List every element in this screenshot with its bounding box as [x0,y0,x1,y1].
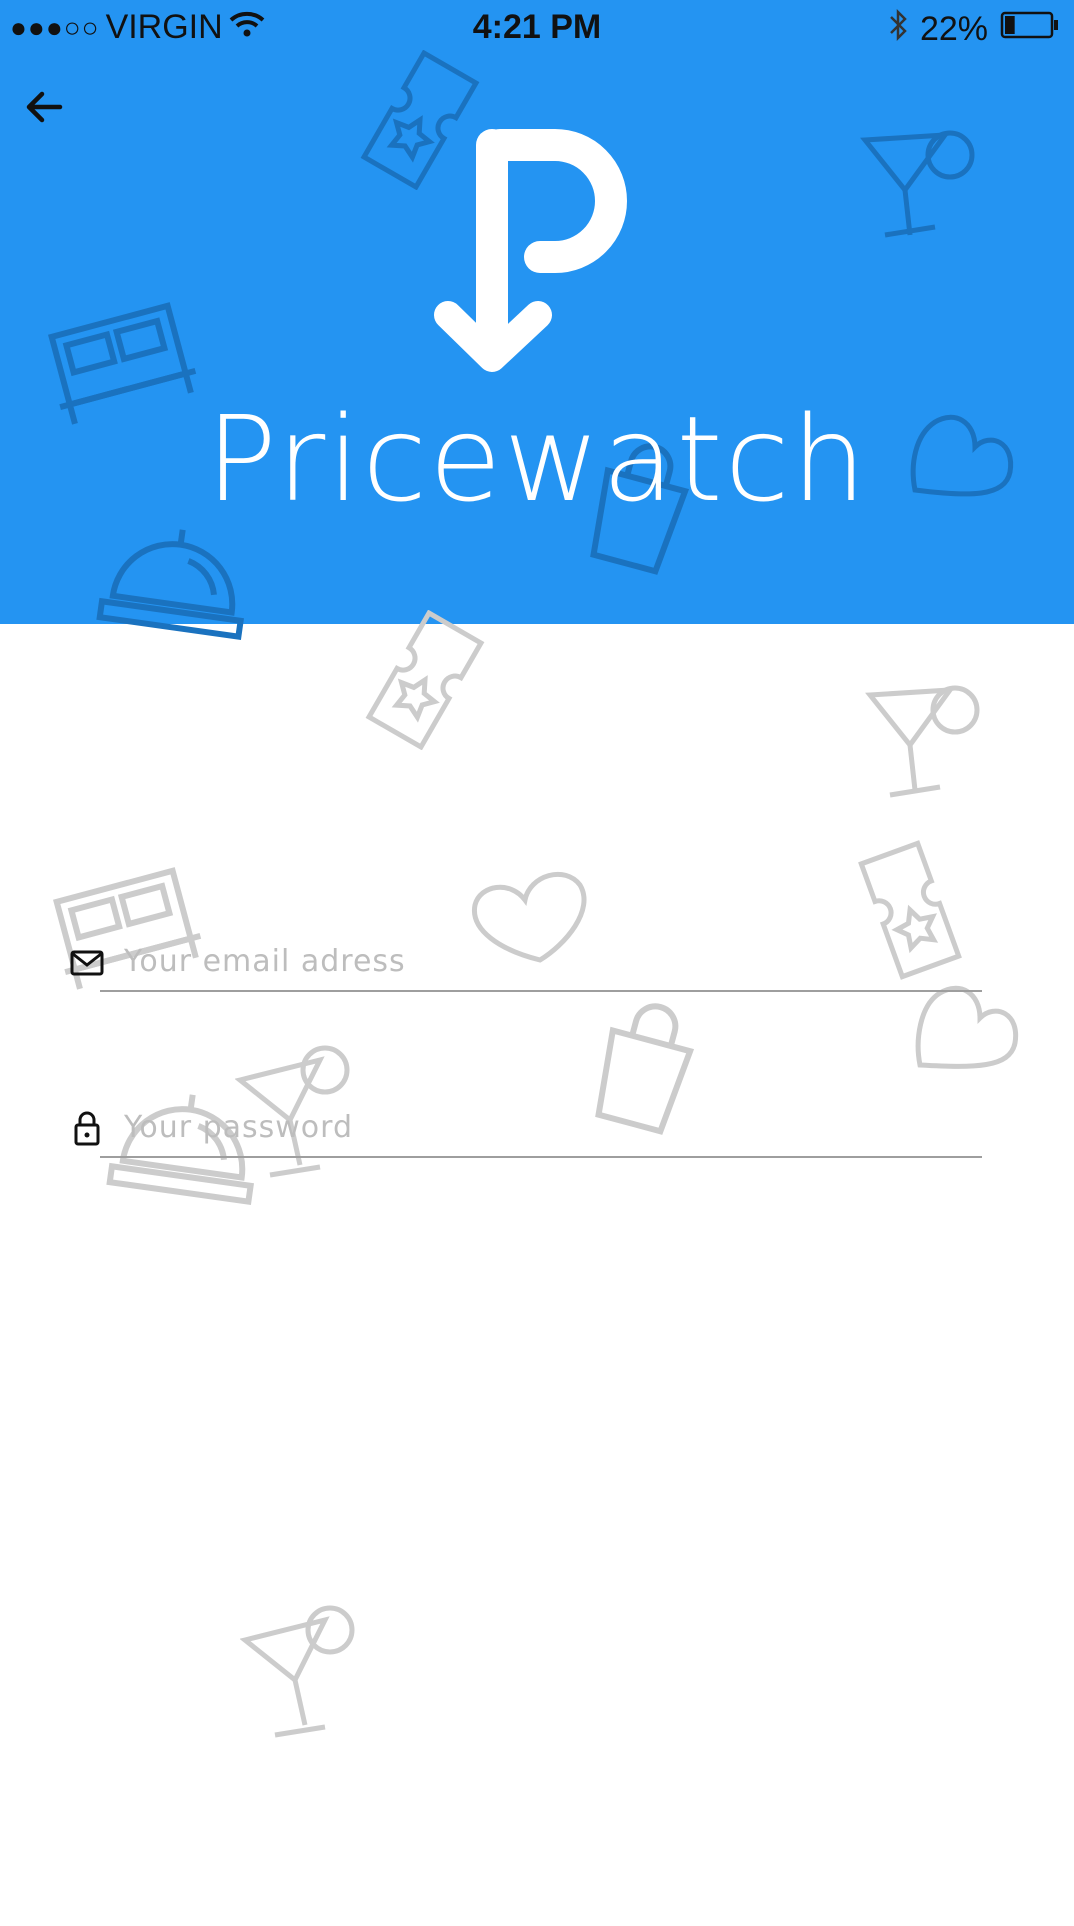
pricewatch-logo-icon [430,120,660,380]
email-underline [100,990,982,992]
envelope-icon [70,944,106,980]
battery-icon [1000,10,1060,49]
status-right: 22% [888,8,1060,51]
lock-icon [70,1110,106,1146]
status-bar: ●●●○○ VIRGIN 4:21 PM 22% [0,0,1074,56]
arrow-left-icon [26,91,63,123]
back-button[interactable] [20,82,70,132]
app-title: Pricewatch [205,390,869,528]
email-input[interactable] [122,932,926,990]
battery-percent: 22% [919,10,988,48]
ticket-icon [360,610,490,750]
cocktail-icon [240,1600,370,1740]
bluetooth-icon [888,8,908,51]
password-underline [100,1156,982,1158]
password-input[interactable] [122,1098,926,1156]
cocktail-icon [855,120,985,250]
service-bell-icon [95,520,265,650]
email-field-row [70,932,982,992]
cocktail-icon [865,685,995,815]
password-field-row [70,1098,982,1158]
